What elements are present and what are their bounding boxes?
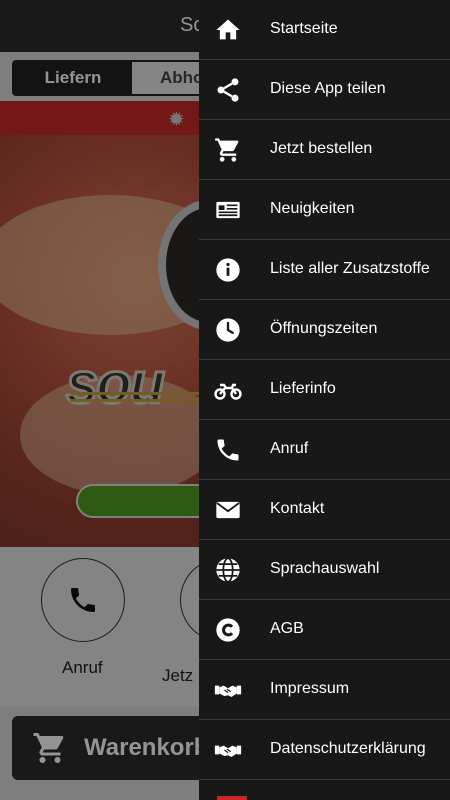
menu-item-privacy[interactable]: Datenschutzerklärung xyxy=(199,720,450,780)
menu-item-label: Neuigkeiten xyxy=(270,200,355,217)
menu-item-label: Liste aller Zusatzstoffe xyxy=(270,260,430,277)
navigation-drawer: Startseite Diese App teilen Jetzt bestel… xyxy=(199,0,450,800)
menu-item-label: AGB xyxy=(270,620,304,637)
copyright-icon xyxy=(213,615,243,645)
flag-icon xyxy=(217,796,247,800)
menu-item-label: Datenschutzerklärung xyxy=(270,740,426,757)
clock-icon xyxy=(213,315,243,345)
menu-item-imprint[interactable]: Impressum xyxy=(199,660,450,720)
cart-icon xyxy=(213,135,243,165)
menu-item-label: Anruf xyxy=(270,440,309,457)
home-icon xyxy=(213,15,243,45)
menu-item-delivery-info[interactable]: Lieferinfo xyxy=(199,360,450,420)
handshake-icon xyxy=(213,675,243,705)
motorcycle-icon xyxy=(213,375,243,405)
menu-item-startseite[interactable]: Startseite xyxy=(199,0,450,60)
handshake-icon xyxy=(213,735,243,765)
menu-item-partial[interactable] xyxy=(199,780,450,800)
menu-item-label: Sprachauswahl xyxy=(270,560,380,577)
share-icon xyxy=(213,75,243,105)
menu-item-label: Jetzt bestellen xyxy=(270,140,373,157)
globe-icon xyxy=(213,555,243,585)
phone-icon xyxy=(213,435,243,465)
menu-item-label: Kontakt xyxy=(270,500,325,517)
menu-item-language[interactable]: Sprachauswahl xyxy=(199,540,450,600)
menu-item-additives[interactable]: Liste aller Zusatzstoffe xyxy=(199,240,450,300)
menu-item-call[interactable]: Anruf xyxy=(199,420,450,480)
menu-item-label: Lieferinfo xyxy=(270,380,336,397)
info-icon xyxy=(213,255,243,285)
envelope-icon xyxy=(213,495,243,525)
menu-item-agb[interactable]: AGB xyxy=(199,600,450,660)
menu-item-label: Startseite xyxy=(270,20,338,37)
menu-item-news[interactable]: Neuigkeiten xyxy=(199,180,450,240)
menu-item-label: Diese App teilen xyxy=(270,80,386,97)
menu-item-label: Öffnungszeiten xyxy=(270,320,378,337)
menu-item-share[interactable]: Diese App teilen xyxy=(199,60,450,120)
menu-item-contact[interactable]: Kontakt xyxy=(199,480,450,540)
newspaper-icon xyxy=(213,195,243,225)
menu-item-label: Impressum xyxy=(270,680,350,697)
menu-item-hours[interactable]: Öffnungszeiten xyxy=(199,300,450,360)
menu-item-order[interactable]: Jetzt bestellen xyxy=(199,120,450,180)
